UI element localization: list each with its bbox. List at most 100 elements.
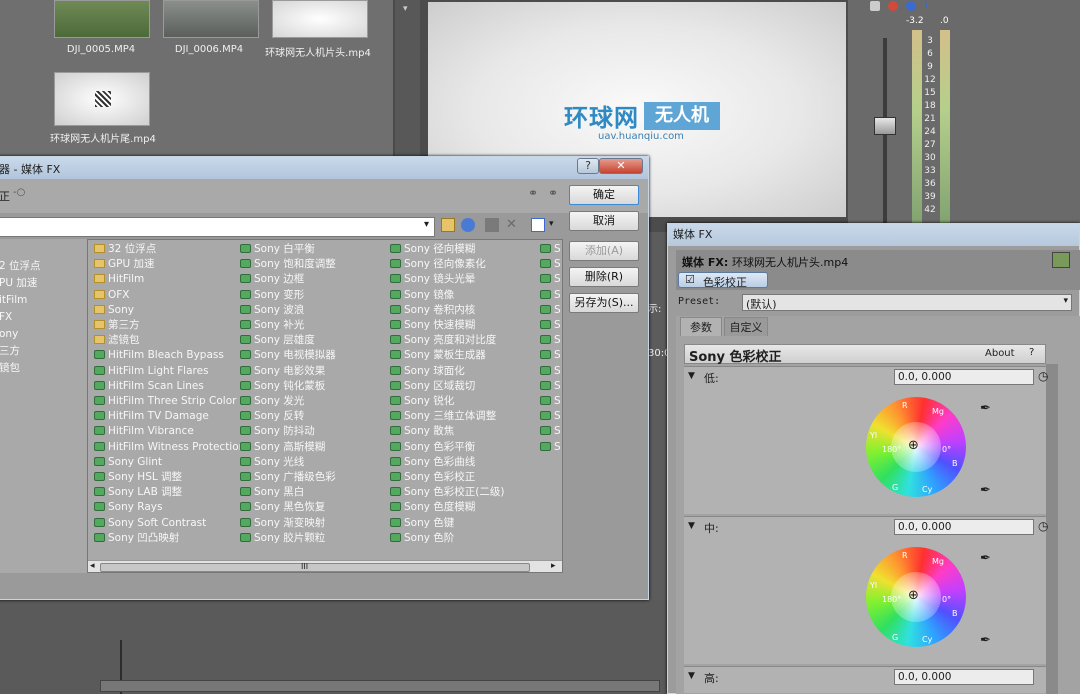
plugin-item[interactable]: Sony 球面化 [390,364,465,379]
tree-item[interactable]: itFilm [0,293,27,308]
plugin-item[interactable]: Sony 卷积内核 [390,303,475,318]
chain-toggle-icon[interactable] [1052,252,1070,268]
remove-button[interactable]: 删除(R) [569,267,639,287]
plugin-item[interactable]: S [540,394,561,409]
plugin-item[interactable]: Sony [94,303,134,318]
timeline-scrollbar[interactable] [100,680,660,692]
clip-thumbnail[interactable] [54,0,150,38]
color-wheel[interactable]: ⊕ R Mg B Cy G Yl 180° 0° [866,397,966,497]
chain-icon[interactable]: ⚭ [548,186,558,200]
plugin-item[interactable]: Sony 补光 [240,318,304,333]
check-icon[interactable]: ☑ [685,273,695,286]
plugin-item[interactable]: S [540,333,561,348]
plugin-item[interactable]: Sony 蒙板生成器 [390,348,486,363]
mute-icon[interactable] [906,1,916,11]
plugin-item[interactable]: HitFilm Vibrance [94,424,194,439]
clip-thumbnail[interactable] [163,0,259,38]
eyedropper-plus-icon[interactable]: ✒ [980,401,991,416]
plugin-item[interactable]: 第三方 [94,318,140,333]
plugin-item[interactable]: Sony 色键 [390,516,454,531]
volume-fader-knob[interactable] [874,117,896,135]
plugin-item[interactable]: Sony 饱和度调整 [240,257,336,272]
view-icon[interactable] [531,218,545,232]
plugin-item[interactable]: Sony 色彩平衡 [390,440,475,455]
crosshair-icon[interactable]: ⊕ [908,438,919,453]
reset-icon[interactable]: ◷ [1038,519,1048,533]
plugin-item[interactable]: S [540,424,561,439]
plugin-item[interactable]: Sony 色度模糊 [390,500,475,515]
plugin-item[interactable]: Sony 色彩校正(二级) [390,485,505,500]
plugin-item[interactable]: Sony 快速模糊 [390,318,475,333]
plugin-item[interactable]: Sony 色彩校正 [390,470,475,485]
plugin-item[interactable]: HitFilm Bleach Bypass [94,348,224,363]
plugin-item[interactable]: Sony 渐变映射 [240,516,325,531]
plugin-item[interactable]: S [540,303,561,318]
scroll-left-icon[interactable]: ◂ [90,561,95,571]
bus-icon[interactable] [870,1,880,11]
plugin-item[interactable]: 滤镜包 [94,333,140,348]
plugin-item[interactable]: Sony 径向模糊 [390,242,475,257]
tab-params[interactable]: 参数 [680,317,722,336]
ok-button[interactable]: 确定 [569,185,639,205]
new-folder-icon[interactable] [485,218,499,232]
horizontal-scrollbar[interactable]: ◂ III ▸ [88,560,562,572]
tree-item[interactable]: ony [0,327,18,342]
plugin-item[interactable]: S [540,364,561,379]
fx-window-title[interactable]: 媒体 FX [668,224,1079,246]
help-button[interactable]: ? [577,158,599,174]
tree-item[interactable]: 镜包 [0,361,20,376]
plugin-item[interactable]: S [540,348,561,363]
plugin-item[interactable]: S [540,257,561,272]
plugin-item[interactable]: Sony 锐化 [390,394,454,409]
cancel-button[interactable]: 取消 [569,211,639,231]
value-field[interactable]: 0.0, 0.000 [894,519,1034,535]
tree-item[interactable]: PU 加速 [0,276,37,291]
plugin-item[interactable]: Sony 电视模拟器 [240,348,336,363]
scroll-thumb[interactable]: III [100,562,530,572]
plugin-item[interactable]: Sony 波浪 [240,303,304,318]
dropdown-arrow-icon[interactable]: ▾ [549,219,554,229]
plugin-item[interactable]: OFX [94,288,130,303]
plugin-item[interactable]: Sony HSL 调整 [94,470,182,485]
plugin-item[interactable]: Sony 白平衡 [240,242,315,257]
plugin-item[interactable]: HitFilm TV Damage [94,409,209,424]
tab-custom[interactable]: 自定义 [724,317,768,336]
delete-icon[interactable]: ✕ [506,217,517,232]
plugin-item[interactable]: Sony 反转 [240,409,304,424]
eyedropper-minus-icon[interactable]: ✒ [980,483,991,498]
plugin-item[interactable]: Sony 镜像 [390,288,454,303]
plugin-item[interactable]: Sony Glint [94,455,162,470]
dialog-titlebar[interactable]: 器 - 媒体 FX ? ✕ [0,157,648,179]
plugin-item[interactable]: Sony 高斯模糊 [240,440,325,455]
plugin-item[interactable]: Sony 边框 [240,272,304,287]
plugin-item[interactable]: Sony 色彩曲线 [390,455,475,470]
info-icon[interactable]: ℹ [924,0,928,11]
refresh-icon[interactable] [461,218,475,232]
plugin-item[interactable]: Sony 区域裁切 [390,379,475,394]
collapse-icon[interactable]: ▼ [688,371,695,381]
value-field[interactable]: 0.0, 0.000 [894,369,1034,385]
plugin-item[interactable]: Sony 电影效果 [240,364,325,379]
value-field[interactable]: 0.0, 0.000 [894,669,1034,685]
plugin-item[interactable]: Sony 黑色恢复 [240,500,325,515]
dropdown-arrow-icon[interactable]: ▾ [424,219,429,230]
clip-thumbnail[interactable] [54,72,150,126]
plugin-item[interactable]: Sony 光线 [240,455,304,470]
plugin-item[interactable]: Sony 凹凸映射 [94,531,179,546]
plugin-item[interactable]: Sony 色阶 [390,531,454,546]
plugin-item[interactable]: Sony 亮度和对比度 [390,333,496,348]
plugin-item[interactable]: S [540,379,561,394]
plugin-item[interactable]: Sony LAB 调整 [94,485,182,500]
collapse-icon[interactable]: ▼ [688,671,695,681]
eyedropper-plus-icon[interactable]: ✒ [980,551,991,566]
tree-item[interactable]: FX [0,310,12,325]
plugin-item[interactable]: S [540,272,561,287]
up-folder-icon[interactable] [441,218,455,232]
plugin-item[interactable]: Sony 径向像素化 [390,257,486,272]
plugin-item[interactable]: Sony 防抖动 [240,424,315,439]
plugin-item[interactable]: Sony Soft Contrast [94,516,206,531]
plugin-item[interactable]: HitFilm Witness Protection [94,440,245,455]
plugin-item[interactable]: S [540,242,561,257]
save-as-button[interactable]: 另存为(S)... [569,293,639,313]
clip-thumbnail[interactable] [272,0,368,38]
